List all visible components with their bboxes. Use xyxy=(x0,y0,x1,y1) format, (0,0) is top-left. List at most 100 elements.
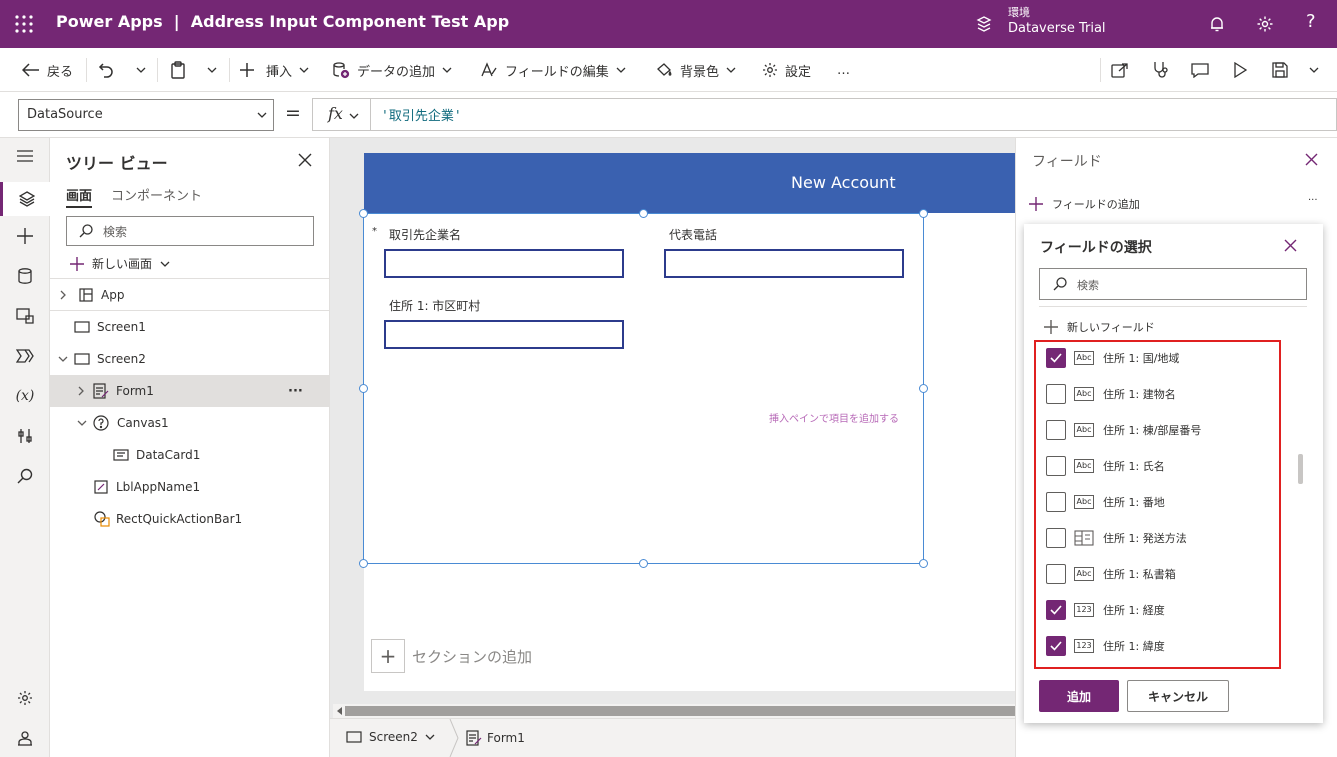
preview-button[interactable] xyxy=(1233,48,1247,92)
resize-handle[interactable] xyxy=(359,559,368,568)
app-launcher-icon[interactable] xyxy=(15,15,33,33)
paste-button[interactable] xyxy=(170,48,186,92)
undo-button[interactable] xyxy=(98,48,114,92)
field-row[interactable]: Abc 住所 1: 建物名 xyxy=(1046,383,1176,405)
add-section-label[interactable]: セクションの追加 xyxy=(412,646,532,667)
tab-screens[interactable]: 画面 xyxy=(66,185,93,208)
cancel-button[interactable]: キャンセル xyxy=(1127,680,1229,712)
new-field-button[interactable]: 新しいフィールド xyxy=(1044,319,1155,335)
save-button[interactable] xyxy=(1272,48,1288,92)
data-icon[interactable] xyxy=(11,262,39,290)
hamburger-menu-icon[interactable] xyxy=(11,142,39,170)
checkbox[interactable] xyxy=(1046,600,1066,620)
virtual-agent-icon[interactable] xyxy=(11,724,39,752)
app-checker-button[interactable] xyxy=(1151,48,1169,92)
field-row[interactable]: Abc 住所 1: 私書箱 xyxy=(1046,563,1176,585)
checkbox[interactable] xyxy=(1046,492,1066,512)
form-header[interactable]: New Account xyxy=(364,153,1015,213)
field-row[interactable]: 住所 1: 発送方法 xyxy=(1046,527,1187,549)
background-color-button[interactable]: 背景色 xyxy=(655,48,736,92)
tree-item-canvas1[interactable]: Canvas1 xyxy=(50,407,330,439)
share-button[interactable] xyxy=(1111,48,1129,92)
tree-item-label: Screen2 xyxy=(97,352,146,366)
breadcrumb-form1[interactable]: Form1 xyxy=(466,730,525,746)
more-commands-button[interactable]: … xyxy=(837,48,850,92)
tree-item-datacard1[interactable]: DataCard1 xyxy=(50,439,330,471)
tree-view-panel: ツリー ビュー 画面 コンポーネント 検索 新しい画面 App Screen1 … xyxy=(50,138,330,757)
account-name-input[interactable] xyxy=(384,249,624,278)
field-row[interactable]: Abc 住所 1: 棟/部屋番号 xyxy=(1046,419,1201,441)
insert-button[interactable]: 挿入 xyxy=(240,48,309,92)
checkbox[interactable] xyxy=(1046,348,1066,368)
field-row[interactable]: Abc 住所 1: 番地 xyxy=(1046,491,1165,513)
tree-item-app[interactable]: App xyxy=(50,279,330,311)
resize-handle[interactable] xyxy=(639,559,648,568)
resize-handle[interactable] xyxy=(359,384,368,393)
checkbox[interactable] xyxy=(1046,384,1066,404)
checkmark-icon xyxy=(1050,641,1062,651)
checkbox[interactable] xyxy=(1046,564,1066,584)
checkbox[interactable] xyxy=(1046,456,1066,476)
field-row[interactable]: 123 住所 1: 緯度 xyxy=(1046,635,1165,657)
resize-handle[interactable] xyxy=(359,209,368,218)
property-selector[interactable]: DataSource xyxy=(18,99,274,131)
field-row[interactable]: Abc 住所 1: 氏名 xyxy=(1046,455,1165,477)
checkbox[interactable] xyxy=(1046,420,1066,440)
insert-icon[interactable] xyxy=(11,222,39,250)
add-section-plus-button[interactable]: + xyxy=(371,639,405,673)
stethoscope-icon xyxy=(1154,62,1168,78)
close-icon[interactable] xyxy=(1284,239,1297,252)
resize-handle[interactable] xyxy=(919,209,928,218)
settings-gear-icon[interactable] xyxy=(1256,15,1274,33)
field-search-input[interactable]: 検索 xyxy=(1039,268,1307,300)
tree-item-form1[interactable]: Form1 ··· xyxy=(50,375,330,407)
search-icon[interactable] xyxy=(11,462,39,490)
tab-components[interactable]: コンポーネント xyxy=(111,185,202,204)
resize-handle[interactable] xyxy=(919,559,928,568)
back-button[interactable]: 戻る xyxy=(22,48,73,92)
app-settings-icon[interactable] xyxy=(11,684,39,712)
tree-item-screen2[interactable]: Screen2 xyxy=(50,343,330,375)
close-icon[interactable] xyxy=(298,153,312,167)
new-screen-button[interactable]: 新しい画面 xyxy=(70,255,170,272)
comments-button[interactable] xyxy=(1191,48,1209,92)
add-button[interactable]: 追加 xyxy=(1039,680,1119,712)
field-row[interactable]: 123 住所 1: 経度 xyxy=(1046,599,1165,621)
formula-input[interactable]: '取引先企業' xyxy=(370,98,1337,131)
breadcrumb-screen2[interactable]: Screen2 xyxy=(346,730,435,744)
advanced-tools-icon[interactable] xyxy=(11,422,39,450)
field-search-placeholder: 検索 xyxy=(1077,279,1099,292)
checkbox[interactable] xyxy=(1046,636,1066,656)
media-icon[interactable] xyxy=(11,302,39,330)
save-dropdown[interactable] xyxy=(1309,48,1319,92)
undo-dropdown[interactable] xyxy=(136,48,146,92)
settings-button[interactable]: 設定 xyxy=(762,48,811,92)
tree-item-rectquickactionbar1[interactable]: RectQuickActionBar1 xyxy=(50,503,330,535)
edit-fields-button[interactable]: フィールドの編集 xyxy=(480,48,626,92)
paste-dropdown[interactable] xyxy=(207,48,217,92)
notifications-icon[interactable] xyxy=(1208,15,1226,33)
checkbox[interactable] xyxy=(1046,528,1066,548)
variables-icon[interactable]: (x) xyxy=(11,382,39,410)
tree-search-input[interactable]: 検索 xyxy=(66,216,314,246)
canvas-horizontal-scrollbar[interactable] xyxy=(333,704,1015,718)
add-field-button[interactable]: フィールドの追加 xyxy=(1029,196,1140,212)
tree-view-icon[interactable] xyxy=(0,182,50,216)
environment-selector[interactable]: 環境 Dataverse Trial xyxy=(1008,4,1106,36)
main-phone-input[interactable] xyxy=(664,249,904,278)
field-list-scrollbar-thumb[interactable] xyxy=(1298,454,1303,484)
tree-item-lblappname1[interactable]: LblAppName1 xyxy=(50,471,330,503)
resize-handle[interactable] xyxy=(919,384,928,393)
add-data-button[interactable]: データの追加 xyxy=(332,48,452,92)
close-icon[interactable] xyxy=(1305,153,1318,166)
field-row[interactable]: Abc 住所 1: 国/地域 xyxy=(1046,347,1179,369)
resize-handle[interactable] xyxy=(639,209,648,218)
fields-more-button[interactable]: ··· xyxy=(1308,195,1318,206)
tree-item-screen1[interactable]: Screen1 xyxy=(50,311,330,343)
address-city-input[interactable] xyxy=(384,320,624,349)
help-icon[interactable]: ? xyxy=(1306,11,1316,32)
scroll-thumb[interactable] xyxy=(345,706,1015,716)
power-automate-icon[interactable] xyxy=(11,342,39,370)
function-button[interactable]: fx xyxy=(312,98,370,131)
tree-item-more-button[interactable]: ··· xyxy=(288,384,303,399)
